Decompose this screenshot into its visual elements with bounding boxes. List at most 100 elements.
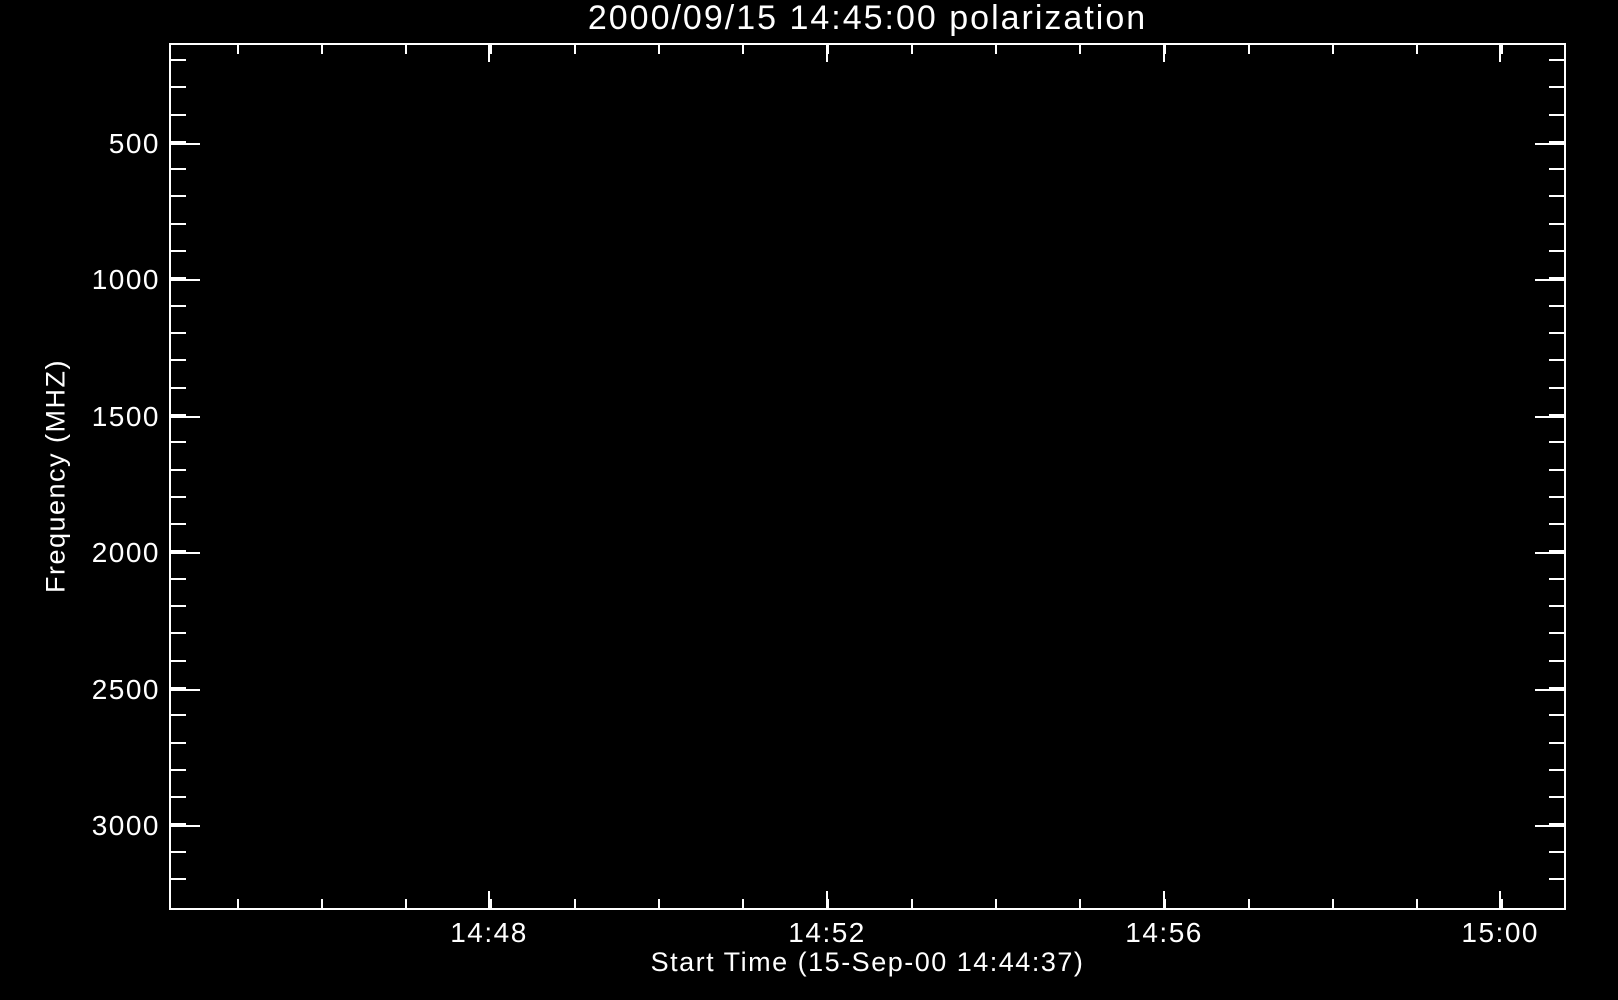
x-minor-tick — [742, 45, 745, 54]
x-minor-tick — [1332, 899, 1335, 908]
spectrogram-window: 2000/09/15 14:45:00 polarization 14:48 14… — [0, 0, 1618, 1000]
y-minor-tick — [171, 304, 186, 307]
y-minor-tick — [171, 468, 186, 471]
x-tick-label: 15:00 — [1461, 917, 1539, 948]
y-minor-tick — [1549, 250, 1564, 253]
y-minor-tick — [1549, 850, 1564, 853]
x-minor-tick — [1247, 899, 1250, 908]
y-tick-label: 3000 — [91, 810, 160, 842]
y-minor-tick — [1549, 359, 1564, 362]
x-minor-tick — [742, 899, 745, 908]
y-minor-tick — [171, 331, 186, 334]
y-minor-tick — [1549, 331, 1564, 334]
y-minor-tick — [1549, 468, 1564, 471]
x-major-tick — [1499, 891, 1502, 908]
x-minor-tick — [1247, 45, 1250, 54]
y-minor-tick — [171, 768, 186, 771]
y-major-tick — [1535, 279, 1564, 282]
y-tick-label: 500 — [108, 127, 160, 159]
y-major-tick — [171, 552, 200, 555]
x-minor-tick — [658, 45, 661, 54]
x-minor-tick — [995, 45, 998, 54]
y-major-tick — [1535, 142, 1564, 145]
y-minor-tick — [171, 86, 186, 89]
y-minor-tick — [1549, 86, 1564, 89]
plot-frame: 14:48 14:52 14:56 15:00 500 1000 1500 2000 2500 3… — [92, 43, 1566, 948]
y-minor-tick — [171, 523, 186, 526]
x-minor-tick — [405, 45, 408, 54]
y-minor-tick — [1549, 605, 1564, 608]
x-major-tick — [1499, 45, 1502, 62]
y-minor-tick — [171, 850, 186, 853]
y-minor-tick — [171, 632, 186, 635]
x-minor-tick — [995, 899, 998, 908]
y-minor-tick — [171, 659, 186, 662]
y-minor-tick — [171, 195, 186, 198]
y-minor-tick — [171, 878, 186, 881]
x-tick-label: 14:52 — [788, 917, 866, 948]
x-tick-label: 14:56 — [1125, 917, 1203, 948]
y-axis-label: Frequency (MHZ) — [40, 358, 71, 594]
y-minor-tick — [1549, 386, 1564, 389]
y-major-tick — [171, 279, 200, 282]
y-major-tick — [1535, 688, 1564, 691]
x-minor-tick — [321, 45, 324, 54]
x-minor-tick — [321, 899, 324, 908]
x-major-tick — [488, 891, 491, 908]
x-minor-tick — [573, 899, 576, 908]
y-minor-tick — [1549, 495, 1564, 498]
x-minor-tick — [910, 899, 913, 908]
y-minor-tick — [171, 113, 186, 116]
x-minor-tick — [405, 899, 408, 908]
x-major-tick — [826, 891, 829, 908]
y-minor-tick — [1549, 441, 1564, 444]
y-minor-tick — [1549, 768, 1564, 771]
x-major-tick — [1163, 891, 1166, 908]
x-major-tick — [826, 45, 829, 62]
y-minor-tick — [1549, 523, 1564, 526]
y-major-tick — [171, 825, 200, 828]
y-tick-label: 2500 — [91, 673, 160, 705]
y-minor-tick — [171, 222, 186, 225]
y-minor-tick — [171, 250, 186, 253]
y-minor-tick — [171, 577, 186, 580]
y-major-tick — [1535, 415, 1564, 418]
y-minor-tick — [1549, 113, 1564, 116]
x-minor-tick — [658, 899, 661, 908]
y-minor-tick — [171, 386, 186, 389]
y-minor-tick — [1549, 222, 1564, 225]
y-minor-tick — [1549, 714, 1564, 717]
x-minor-tick — [1416, 45, 1419, 54]
y-major-tick — [171, 415, 200, 418]
y-minor-tick — [171, 359, 186, 362]
x-axis-label: Start Time (15-Sep-00 14:44:37) — [650, 947, 1085, 977]
y-major-tick — [1535, 552, 1564, 555]
y-minor-tick — [1549, 632, 1564, 635]
x-minor-tick — [1079, 899, 1082, 908]
y-minor-tick — [1549, 304, 1564, 307]
x-major-tick — [488, 45, 491, 62]
y-major-tick — [171, 142, 200, 145]
y-minor-tick — [171, 495, 186, 498]
y-major-tick — [171, 688, 200, 691]
x-minor-tick — [910, 45, 913, 54]
y-minor-tick — [171, 605, 186, 608]
y-minor-tick — [171, 714, 186, 717]
x-minor-tick — [1416, 899, 1419, 908]
y-minor-tick — [1549, 659, 1564, 662]
y-minor-tick — [171, 168, 186, 171]
y-minor-tick — [171, 58, 186, 61]
x-minor-tick — [236, 899, 239, 908]
y-minor-tick — [1549, 741, 1564, 744]
y-minor-tick — [1549, 796, 1564, 799]
y-minor-tick — [1549, 878, 1564, 881]
plot-title: 2000/09/15 14:45:00 polarization — [587, 0, 1148, 37]
y-major-tick — [1535, 825, 1564, 828]
y-minor-tick — [171, 741, 186, 744]
y-minor-tick — [1549, 195, 1564, 198]
x-minor-tick — [573, 45, 576, 54]
y-tick-label: 1000 — [91, 264, 160, 296]
y-minor-tick — [171, 796, 186, 799]
x-minor-tick — [1079, 45, 1082, 54]
x-tick-label: 14:48 — [450, 917, 528, 948]
